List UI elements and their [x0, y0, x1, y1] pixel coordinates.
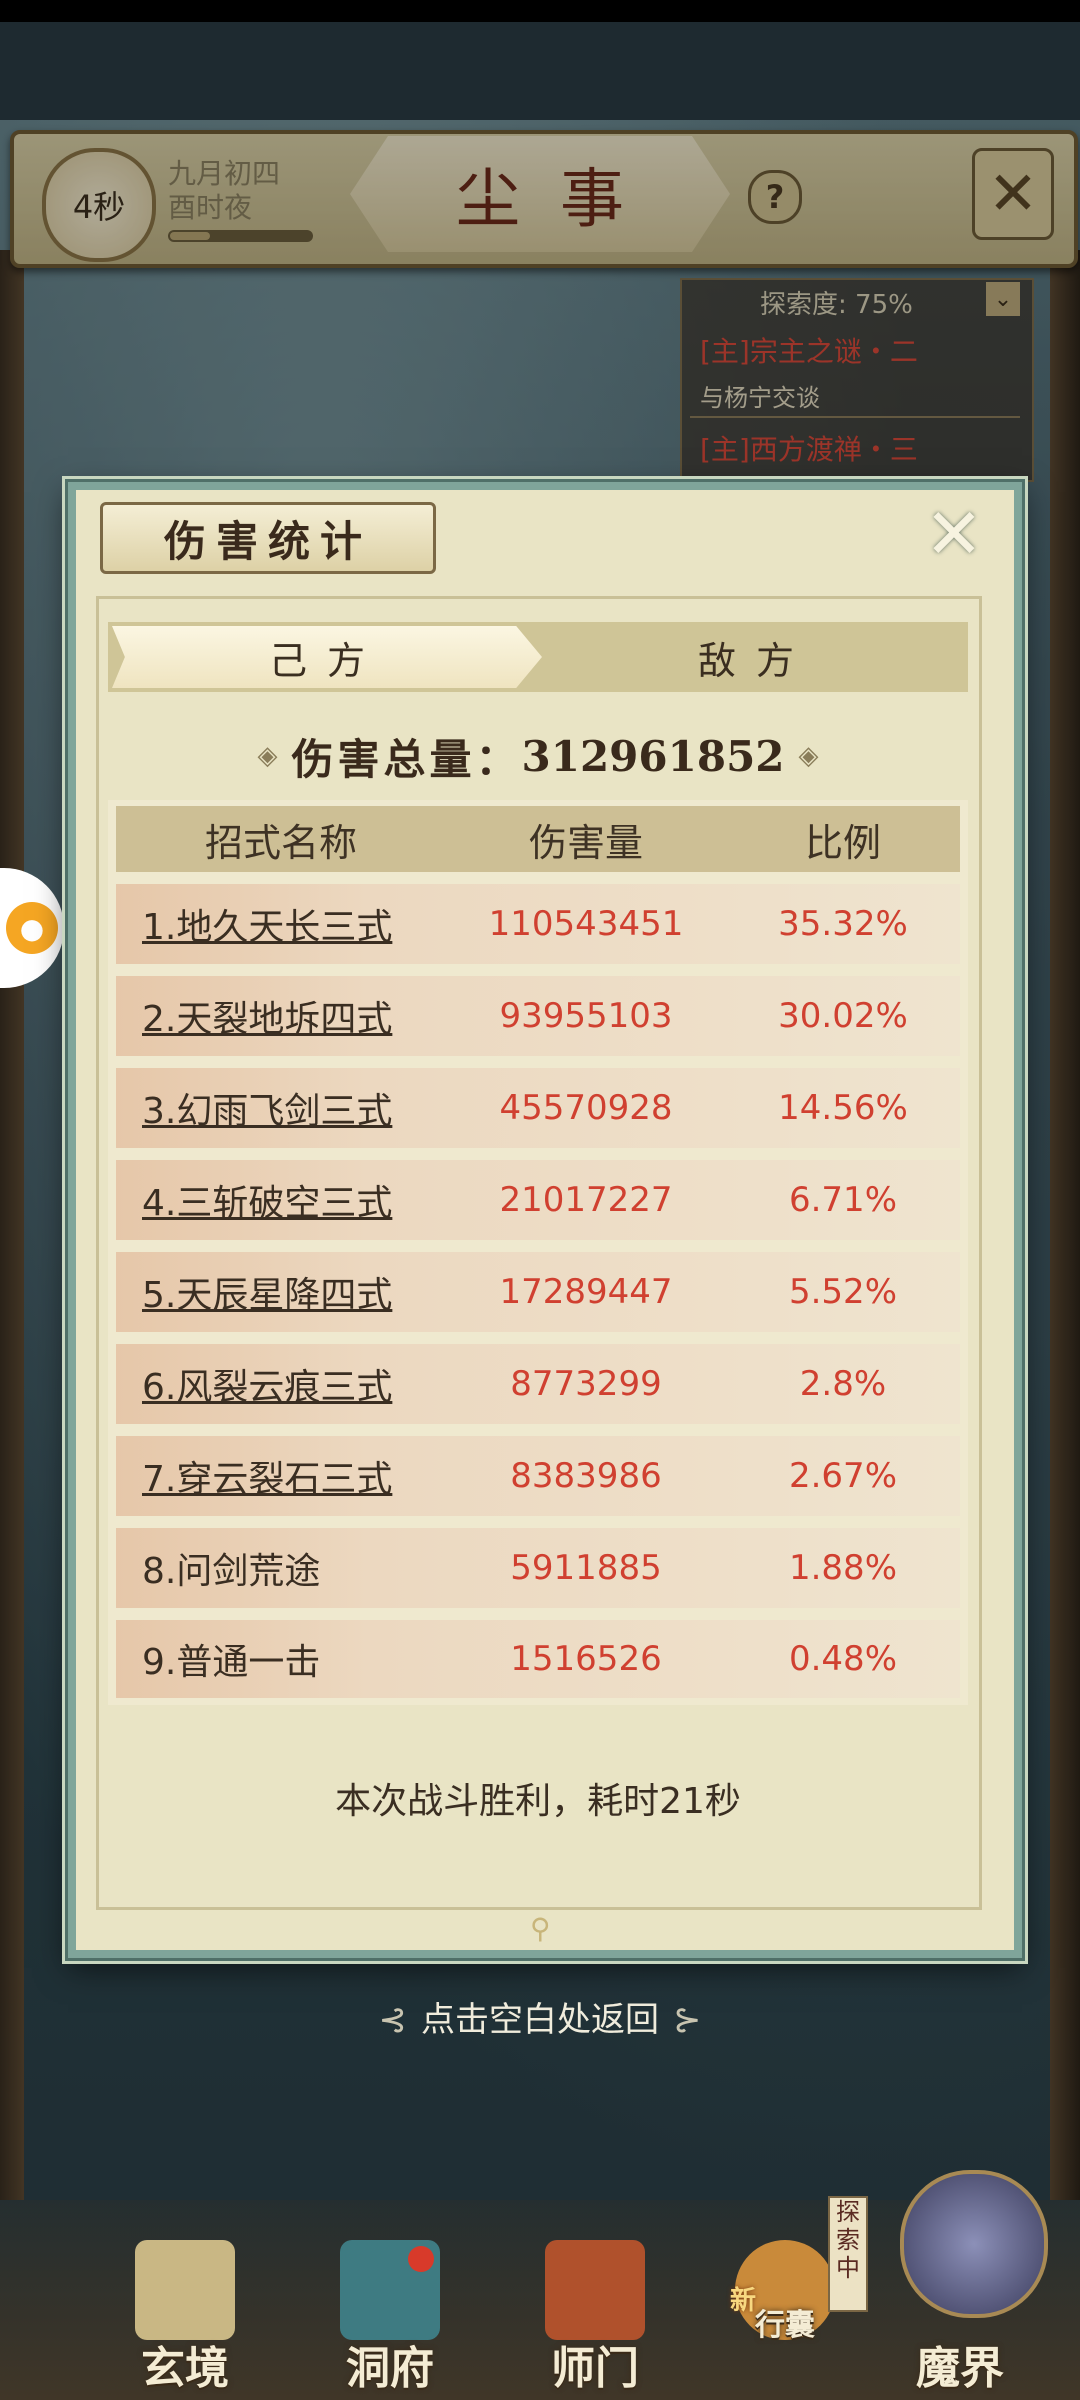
- skill-name-link[interactable]: 4.三斩破空三式: [116, 1174, 446, 1226]
- scroll-ornament-icon: ⊱: [673, 2000, 702, 2040]
- nav-label: 师门: [551, 2343, 639, 2394]
- nav-label: 洞府: [346, 2343, 434, 2394]
- ratio-value: 14.56%: [778, 1088, 908, 1128]
- damage-value: 8383986: [510, 1456, 662, 1496]
- nav-label: 魔界: [916, 2343, 1004, 2394]
- nav-label: 玄境: [141, 2343, 229, 2394]
- ratio-value: 6.71%: [788, 1180, 897, 1220]
- demon-avatar-icon: [900, 2170, 1048, 2318]
- skill-name-link[interactable]: 2.天裂地坼四式: [116, 990, 446, 1042]
- gamepad-icon: ●: [6, 902, 58, 954]
- skill-name-link[interactable]: 6.风裂云痕三式: [116, 1358, 446, 1410]
- damage-value: 21017227: [499, 1180, 673, 1220]
- dialog-tail-ornament: ⚲: [530, 1912, 551, 1945]
- total-damage-label: 伤害总量：: [291, 734, 522, 784]
- scroll-ornament-icon: ⊰: [378, 2000, 408, 2040]
- diamond-icon: ◈: [257, 741, 278, 771]
- close-icon: ✕: [924, 493, 984, 575]
- dialog-title-plate: 伤害统计: [100, 502, 436, 574]
- tab-own-side[interactable]: 己方: [112, 626, 542, 688]
- diamond-icon: ◈: [798, 741, 819, 771]
- table-row: 2.天裂地坼四式 93955103 30.02%: [116, 976, 960, 1056]
- column-header-skill: 招式名称: [204, 820, 357, 865]
- battle-result-text: 本次战斗胜利，耗时21秒: [335, 1781, 741, 1822]
- damage-value: 1516526: [510, 1639, 662, 1679]
- ratio-value: 2.8%: [799, 1364, 887, 1404]
- skill-name-link[interactable]: 7.穿云裂石三式: [116, 1450, 446, 1502]
- skill-name-link[interactable]: 1.地久天长三式: [116, 898, 446, 950]
- damage-value: 5911885: [510, 1548, 662, 1588]
- table-row: 8.问剑荒途 5911885 1.88%: [116, 1528, 960, 1608]
- nav-item-mojie[interactable]: 魔界: [860, 2170, 1060, 2400]
- damage-value: 8773299: [510, 1364, 662, 1404]
- skill-name: 9.普通一击: [142, 1642, 321, 1683]
- ratio-value: 1.88%: [788, 1548, 897, 1588]
- damage-value: 93955103: [499, 996, 673, 1036]
- table-row: 7.穿云裂石三式 8383986 2.67%: [116, 1436, 960, 1516]
- table-row: 9.普通一击 1516526 0.48%: [116, 1620, 960, 1698]
- table-row: 4.三斩破空三式 21017227 6.71%: [116, 1160, 960, 1240]
- dialog-close-button[interactable]: ✕: [916, 493, 992, 575]
- ratio-value: 2.67%: [788, 1456, 897, 1496]
- dialog-title: 伤害统计: [163, 516, 372, 566]
- tap-to-return-hint[interactable]: ⊰ 点击空白处返回 ⊱: [0, 1992, 1080, 2041]
- ratio-value: 0.48%: [788, 1639, 897, 1679]
- table-row: 1.地久天长三式 110543451 35.32%: [116, 884, 960, 964]
- table-row: 5.天辰星降四式 17289447 5.52%: [116, 1252, 960, 1332]
- damage-value: 45570928: [499, 1088, 673, 1128]
- status-bar: [0, 0, 1080, 22]
- table-row: 6.风裂云痕三式 8773299 2.8%: [116, 1344, 960, 1424]
- table-header: 招式名称 伤害量 比例: [116, 806, 960, 872]
- ratio-value: 5.52%: [788, 1272, 897, 1312]
- table-row: 3.幻雨飞剑三式 45570928 14.56%: [116, 1068, 960, 1148]
- notification-badge: [408, 2246, 434, 2272]
- total-damage-row: ◈ 伤害总量： 312961852 ◈: [108, 720, 968, 792]
- skill-name-link[interactable]: 5.天辰星降四式: [116, 1266, 446, 1318]
- nav-item-xuanjing[interactable]: 玄境: [100, 2240, 270, 2400]
- tab-enemy-side[interactable]: 敌方: [548, 626, 964, 688]
- skill-name-link[interactable]: 3.幻雨飞剑三式: [116, 1082, 446, 1134]
- skill-name: 8.问剑荒途: [142, 1551, 321, 1592]
- damage-value: 17289447: [499, 1272, 673, 1312]
- ratio-value: 35.32%: [778, 904, 908, 944]
- column-header-damage: 伤害量: [528, 820, 643, 865]
- nav-item-dongfu[interactable]: 洞府: [305, 2240, 475, 2400]
- damage-value: 110543451: [488, 904, 684, 944]
- total-damage-value: 312961852: [521, 731, 785, 781]
- return-hint-text: 点击空白处返回: [421, 2000, 659, 2040]
- ratio-value: 30.02%: [778, 996, 908, 1036]
- scroll-icon: [135, 2240, 235, 2340]
- column-header-ratio: 比例: [804, 820, 881, 865]
- banner-icon: [545, 2240, 645, 2340]
- nav-item-shimen[interactable]: 师门: [510, 2240, 680, 2400]
